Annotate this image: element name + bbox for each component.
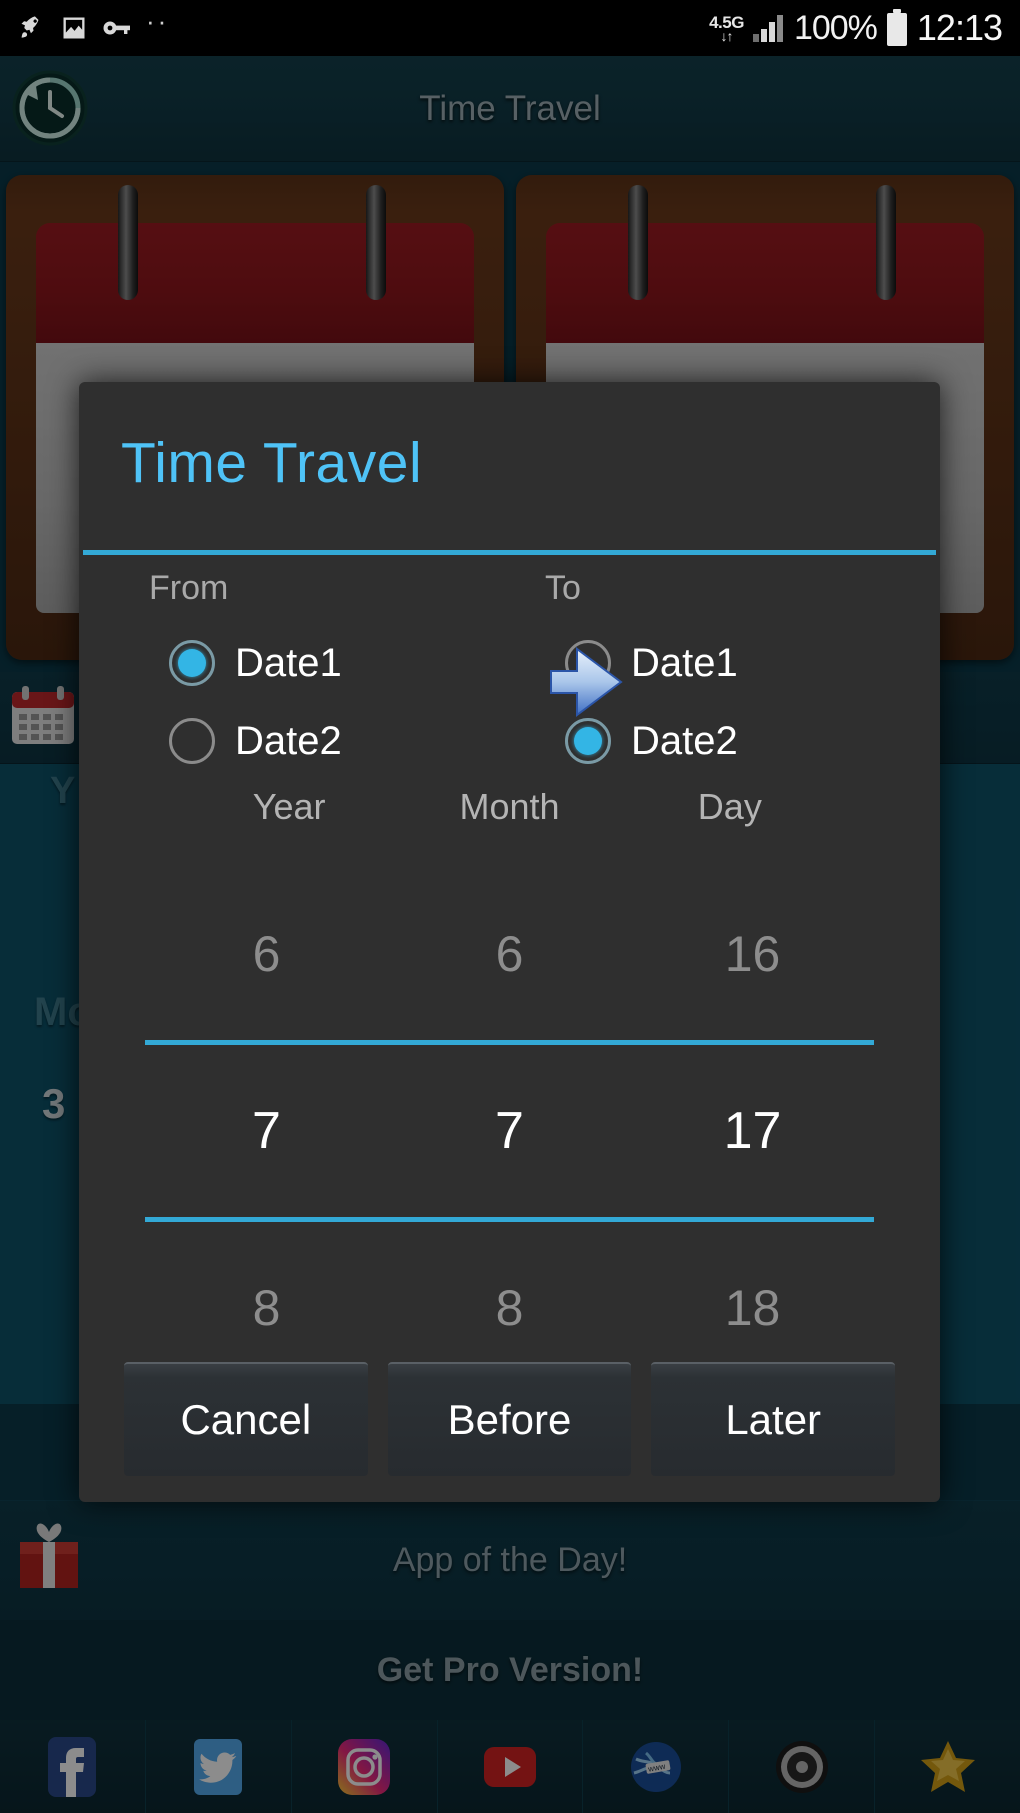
status-bar: ·· 4.5G ↓↑ 100% 12:13 xyxy=(0,0,1020,56)
cancel-button[interactable]: Cancel xyxy=(124,1362,368,1476)
to-date1-label: Date1 xyxy=(631,640,738,685)
clock-label: 12:13 xyxy=(916,7,1003,48)
signal-bars-icon xyxy=(752,13,786,43)
picker-day-above[interactable]: 16 xyxy=(631,925,874,983)
right-arrow-icon xyxy=(531,627,641,737)
picker-day-selected[interactable]: 17 xyxy=(631,1101,874,1161)
column-header-year: Year xyxy=(252,786,326,827)
picker-selection-line-bottom xyxy=(145,1217,874,1222)
from-date2-radio[interactable] xyxy=(169,718,215,764)
from-column: From Date1 Date2 xyxy=(149,569,489,780)
to-date2-label: Date2 xyxy=(631,718,738,763)
picker-year-above[interactable]: 6 xyxy=(145,925,388,983)
from-to-section: From Date1 Date2 To Date1 Date2 xyxy=(79,569,940,780)
before-button[interactable]: Before xyxy=(387,1362,632,1476)
rocket-icon xyxy=(18,14,46,42)
time-travel-dialog: Time Travel From Date1 Date2 To Date1 Da… xyxy=(79,382,940,1502)
picker-row-below[interactable]: 8 8 18 xyxy=(145,1254,874,1362)
from-date1-radio-row[interactable]: Date1 xyxy=(149,624,489,702)
picker-day-below[interactable]: 18 xyxy=(631,1279,874,1337)
phone-screen: ·· 4.5G ↓↑ 100% 12:13 Time Travel Y Mo 3… xyxy=(0,0,1020,1813)
image-icon xyxy=(60,14,88,42)
status-bar-system: 4.5G ↓↑ 100% 12:13 xyxy=(709,7,1003,49)
from-date1-radio[interactable] xyxy=(169,640,215,686)
later-button[interactable]: Later xyxy=(651,1362,896,1476)
from-date2-radio-row[interactable]: Date2 xyxy=(149,702,489,780)
from-date2-label: Date2 xyxy=(235,718,342,763)
from-label: From xyxy=(149,569,229,607)
column-header-month: Month xyxy=(459,786,560,827)
dialog-title: Time Travel xyxy=(121,431,423,495)
picker-year-below[interactable]: 8 xyxy=(145,1279,388,1337)
dialog-button-row: Cancel Before Later xyxy=(79,1362,940,1502)
picker-year-selected[interactable]: 7 xyxy=(145,1101,388,1161)
picker-selection-line-top xyxy=(145,1040,874,1045)
to-label: To xyxy=(545,569,581,607)
more-dots-icon: ·· xyxy=(146,6,170,36)
network-type-indicator: 4.5G ↓↑ xyxy=(709,12,744,44)
date-number-picker[interactable]: 6 6 16 7 7 17 8 8 18 xyxy=(145,854,874,1362)
picker-month-above[interactable]: 6 xyxy=(388,925,631,983)
battery-icon xyxy=(885,9,909,47)
column-header-day: Day xyxy=(697,786,762,827)
picker-month-selected[interactable]: 7 xyxy=(388,1101,631,1161)
key-icon xyxy=(102,15,132,41)
dialog-body: From Date1 Date2 To Date1 Date2 Year Mon… xyxy=(79,555,940,1502)
picker-row-selected[interactable]: 7 7 17 xyxy=(145,1077,874,1185)
picker-row-above[interactable]: 6 6 16 xyxy=(145,900,874,1008)
status-bar-notifications: ·· xyxy=(18,6,170,42)
from-date1-label: Date1 xyxy=(235,640,342,685)
picker-month-below[interactable]: 8 xyxy=(388,1279,631,1337)
battery-percent-label: 100% xyxy=(793,8,878,47)
picker-column-headers: Year Month Day xyxy=(79,786,940,828)
